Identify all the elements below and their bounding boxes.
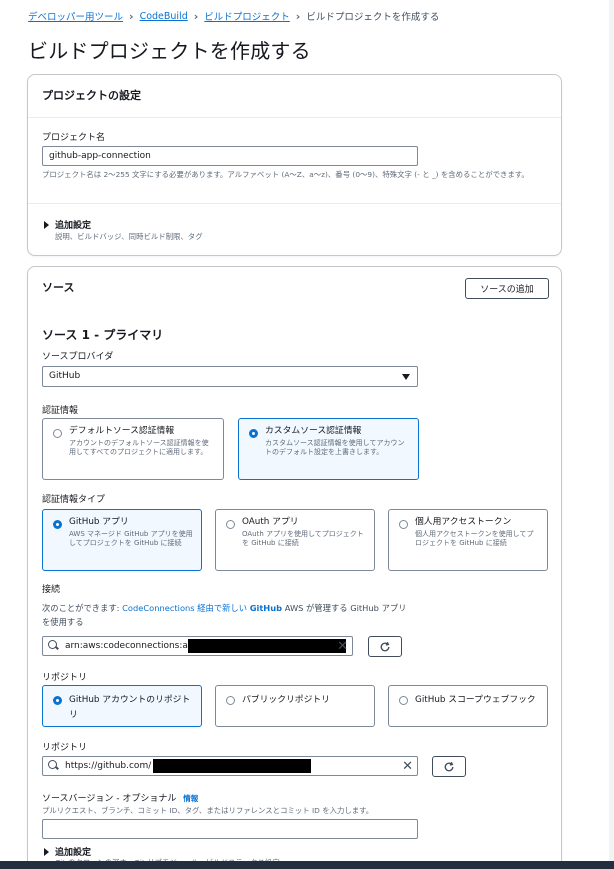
source-provider-label: ソースプロバイダ [42,352,114,362]
add-source-button[interactable]: ソースの追加 [465,278,549,299]
source-version-label-row: ソースバージョン - オプショナル 情報 [42,791,198,804]
project-name-label: プロジェクト名 [42,133,106,143]
breadcrumb-build-projects[interactable]: ビルドプロジェクト [204,9,290,23]
option-title: GitHub アカウントのリポジトリ [69,695,191,720]
project-additional-settings-title: 追加設定 [55,221,92,231]
radio-selected-icon [53,696,62,705]
breadcrumb-codebuild[interactable]: CodeBuild [140,11,188,22]
option-title: パブリックリポジトリ [242,695,330,705]
option-desc: 個人用アクセストークンを使用してプロジェクトを GitHub に接続 [415,530,534,547]
radio-selected-icon [53,520,62,529]
radio-icon [53,429,62,438]
breadcrumb-current: ビルドプロジェクトを作成する [306,12,440,23]
source-provider-select[interactable]: GitHub [42,366,418,387]
default-credential-option[interactable]: デフォルトソース認証情報 アカウントのデフォルトソース認証情報を使用してすべての… [42,418,224,480]
credential-type-label: 認証情報タイプ [42,495,106,505]
account-repository-option[interactable]: GitHub アカウントのリポジトリ [42,685,202,727]
radio-icon [226,696,235,705]
clear-icon[interactable]: ✕ [402,759,413,774]
breadcrumb: デベロッパー用ツール › CodeBuild › ビルドプロジェクト › ビルド… [28,9,440,24]
bottom-bar [0,861,614,869]
option-desc: アカウントのデフォルトソース認証情報を使用してすべてのプロジェクトに適用します。 [69,439,209,456]
radio-selected-icon [249,429,258,438]
connection-help: 次のことができます: CodeConnections 経由で新しい GitHub… [42,601,412,629]
connection-value: arn:aws:codeconnections:a [65,641,188,651]
option-desc: OAuth アプリを使用してプロジェクトを GitHub に接続 [242,530,364,547]
option-title: GitHub スコープウェブフック [415,695,536,705]
page: デベロッパー用ツール › CodeBuild › ビルドプロジェクト › ビルド… [0,0,614,869]
chevron-right-icon: › [129,9,134,23]
caret-right-icon [44,220,49,229]
personal-access-token-option[interactable]: 個人用アクセストークン 個人用アクセストークンを使用してプロジェクトを GitH… [388,509,548,571]
search-icon [43,637,65,655]
project-additional-settings-desc: 説明、ビルドバッジ、同時ビルド制限、タグ [55,232,203,241]
divider [28,203,561,204]
info-link[interactable]: 情報 [183,794,198,803]
connection-refresh-button[interactable] [368,636,402,657]
refresh-icon [380,641,390,651]
scroll-track [609,0,614,869]
refresh-icon [444,761,454,771]
repository-url-label: リポジトリ [42,743,88,753]
github-app-option[interactable]: GitHub アプリ AWS マネージド GitHub アプリを使用してプロジェ… [42,509,202,571]
connection-label: 接続 [42,585,61,595]
project-name-help: プロジェクト名は 2〜255 文字にする必要があります。アルファベット (A〜Z… [42,170,529,179]
caret-down-icon [402,374,410,380]
option-title: OAuth アプリ [242,517,299,527]
repository-url-value: https://github.com/ [65,761,152,771]
breadcrumb-developer-tools[interactable]: デベロッパー用ツール [28,9,123,23]
option-title: GitHub アプリ [69,517,129,527]
primary-source-title: ソース 1 - プライマリ [42,328,164,342]
option-title: デフォルトソース認証情報 [69,426,175,436]
page-title: ビルドプロジェクトを作成する [28,39,311,63]
option-desc: AWS マネージド GitHub アプリを使用してプロジェクトを GitHub … [69,530,193,547]
clear-icon[interactable]: ✕ [337,639,348,654]
scoped-webhook-option[interactable]: GitHub スコープウェブフック [388,685,548,727]
project-settings-header: プロジェクトの設定 [28,75,561,118]
source-version-help: プルリクエスト、ブランチ、コミット ID、タグ、またはリファレンスとコミット I… [42,806,374,815]
connection-help-github[interactable]: GitHub [250,603,282,613]
radio-icon [399,520,408,529]
connection-search-input[interactable]: arn:aws:codeconnections:a ✕ [42,636,353,656]
option-desc: カスタムソース認証情報を使用してアカウントのデフォルト設定を上書きします。 [265,439,405,456]
radio-icon [226,520,235,529]
repository-type-label: リポジトリ [42,673,88,683]
chevron-right-icon: › [295,9,301,23]
codeconnections-link[interactable]: CodeConnections [122,603,195,613]
option-title: カスタムソース認証情報 [265,426,362,436]
oauth-app-option[interactable]: OAuth アプリ OAuth アプリを使用してプロジェクトを GitHub に… [215,509,375,571]
redacted-block [187,639,346,653]
search-icon [43,757,65,775]
source-version-label: ソースバージョン - オプショナル [42,794,177,804]
repository-refresh-button[interactable] [432,756,466,777]
source-panel: ソース ソースの追加 ソース 1 - プライマリ ソースプロバイダ GitHub… [27,266,562,869]
source-version-input[interactable] [42,819,418,839]
project-name-input[interactable]: github-app-connection [42,146,418,166]
credential-label: 認証情報 [42,406,79,416]
caret-right-icon [44,847,49,856]
custom-credential-option[interactable]: カスタムソース認証情報 カスタムソース認証情報を使用してアカウントのデフォルト設… [238,418,419,480]
public-repository-option[interactable]: パブリックリポジトリ [215,685,375,727]
chevron-right-icon: › [193,9,199,23]
radio-icon [399,696,408,705]
connection-help-prefix: 次のことができます: [42,603,123,613]
redacted-block [153,759,312,773]
repository-url-input[interactable]: https://github.com/ ✕ [42,756,418,776]
source-provider-value: GitHub [49,371,81,381]
option-title: 個人用アクセストークン [415,517,512,527]
connection-help-mid[interactable]: 経由で新しい [195,603,250,613]
project-additional-settings-toggle[interactable]: 追加設定 [44,218,91,231]
project-settings-panel: プロジェクトの設定 プロジェクト名 github-app-connection … [27,74,562,256]
